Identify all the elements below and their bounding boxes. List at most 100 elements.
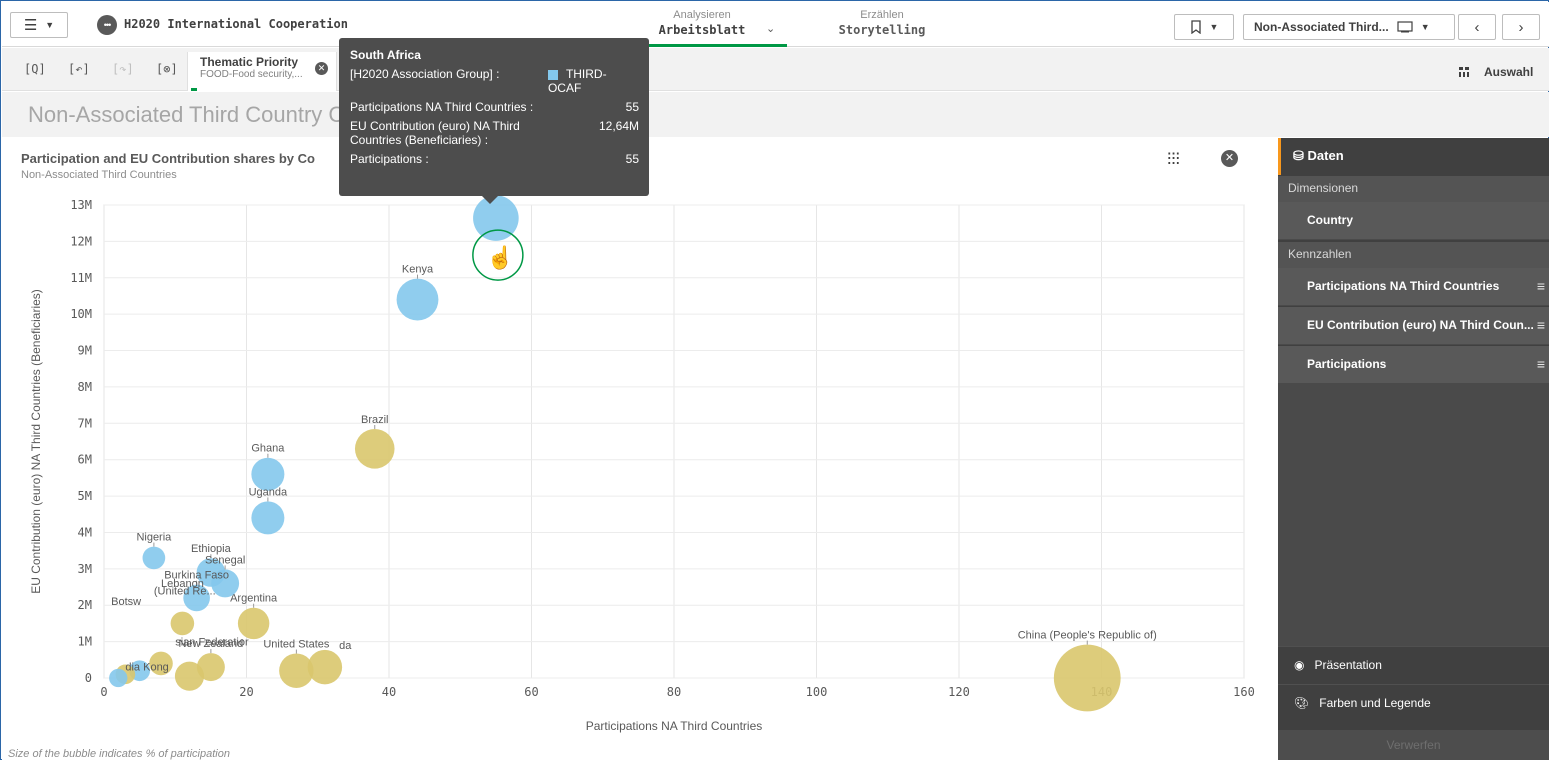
colors-legend-label: Farben und Legende	[1319, 696, 1431, 710]
selection-state-bar	[191, 88, 197, 91]
caret-down-icon: ▼	[45, 20, 55, 30]
scatter-plot[interactable]: 02040608010012014016001M2M3M4M5M6M7M8M9M…	[2, 138, 1278, 760]
x-tick-label: 0	[100, 685, 107, 699]
mode-analyse[interactable]: Analysieren Arbeitsblatt	[647, 8, 757, 38]
measure-item[interactable]: Participations NA Third Countries ≡	[1278, 268, 1549, 306]
palette-icon: 🎨︎	[1294, 696, 1310, 710]
data-point	[237, 607, 270, 640]
data-label: Botsw	[111, 596, 141, 608]
data-label: China (People's Republic of)	[1018, 630, 1157, 642]
y-axis-label: EU Contribution (euro) NA Third Countrie…	[29, 289, 43, 594]
data-label: United States	[263, 638, 330, 650]
sheet-selector[interactable]: Non-Associated Third... ▼	[1243, 14, 1455, 40]
bookmark-icon	[1190, 20, 1201, 34]
tooltip-row-m3: Participations : 55	[350, 152, 639, 166]
chevron-down-icon[interactable]: ⌄	[766, 22, 775, 35]
x-tick-label: 40	[382, 685, 396, 699]
tooltip-m3-value: 55	[625, 152, 639, 166]
panel-data-header[interactable]: ⛁ Daten	[1278, 138, 1549, 175]
app-frame: ☰ ▼ ••• H2020 International Cooperation …	[0, 0, 1549, 760]
y-tick-label: 5M	[78, 489, 92, 503]
selections-tool-button[interactable]: Auswahl	[1458, 65, 1533, 79]
presentation-label: Präsentation	[1314, 658, 1382, 672]
sheet-title-bar: Non-Associated Third Country Cooperation	[2, 92, 1549, 137]
sheet-icon	[1397, 21, 1413, 33]
dimensions-section-label: Dimensionen	[1278, 176, 1549, 202]
eye-icon: ◉	[1294, 658, 1305, 672]
chart-footnote: Size of the bubble indicates % of partic…	[8, 748, 230, 760]
data-point	[251, 501, 285, 535]
x-tick-label: 80	[667, 685, 681, 699]
smart-search-icon[interactable]: [Q]	[24, 62, 46, 76]
colors-legend-section[interactable]: 🎨︎ Farben und Legende	[1278, 684, 1549, 722]
y-tick-label: 1M	[78, 635, 92, 649]
close-icon[interactable]: ✕	[1221, 150, 1238, 167]
step-forward-icon[interactable]: [↷]	[112, 62, 134, 76]
y-tick-label: 6M	[78, 453, 92, 467]
next-sheet-button[interactable]: ›	[1502, 14, 1540, 40]
panel-data-label: Daten	[1307, 148, 1344, 163]
data-label: Kenya	[402, 264, 434, 276]
drag-handle-icon[interactable]: ≡	[1537, 356, 1545, 372]
y-tick-label: 4M	[78, 525, 92, 539]
panel-empty-area	[1278, 383, 1549, 646]
measure-label: Participations NA Third Countries	[1307, 279, 1500, 293]
selection-chip[interactable]: Thematic Priority FOOD-Food security,...…	[187, 52, 337, 91]
drag-handle-icon[interactable]: ≡	[1537, 278, 1545, 294]
data-label: dia Kong	[125, 662, 168, 674]
data-point	[396, 278, 439, 321]
drag-handle-icon[interactable]: ≡	[1537, 317, 1545, 333]
dimension-label: Country	[1307, 213, 1353, 227]
hamburger-icon: ☰	[23, 17, 38, 34]
data-label: Ghana	[251, 443, 285, 455]
tooltip-row-m1: Participations NA Third Countries : 55	[350, 100, 639, 114]
tooltip-m2-label: EU Contribution (euro) NA Third Countrie…	[350, 119, 520, 147]
y-tick-label: 10M	[70, 307, 92, 321]
color-swatch	[547, 69, 558, 80]
y-tick-label: 9M	[78, 344, 92, 358]
mode-tell-value: Storytelling	[838, 23, 926, 37]
app-icon: •••	[97, 15, 117, 35]
mode-analyse-label: Analysieren	[673, 9, 731, 21]
chart-subtitle: Non-Associated Third Countries	[21, 169, 177, 181]
y-tick-label: 11M	[70, 271, 92, 285]
data-point	[307, 649, 343, 685]
selection-value: FOOD-Food security,...	[200, 69, 303, 80]
data-label: (United Re...	[154, 585, 216, 597]
tooltip-title: South Africa	[350, 48, 421, 62]
caret-down-icon: ▼	[1420, 22, 1430, 32]
clear-all-icon[interactable]: [⊗]	[156, 62, 178, 76]
tooltip-m2-value: 12,64M	[598, 119, 639, 133]
selections-tool-label: Auswahl	[1484, 65, 1534, 79]
x-axis-label: Participations NA Third Countries	[586, 719, 763, 733]
previous-sheet-button[interactable]: ‹	[1458, 14, 1496, 40]
data-point	[354, 428, 395, 469]
data-point	[196, 653, 225, 682]
mode-storytelling[interactable]: Erzählen Storytelling	[827, 8, 937, 38]
y-tick-label: 8M	[78, 380, 92, 394]
x-tick-label: 100	[806, 685, 828, 699]
measure-item[interactable]: EU Contribution (euro) NA Third Coun... …	[1278, 307, 1549, 345]
data-label: sian Federatior	[175, 636, 249, 648]
measures-section-label: Kennzahlen	[1278, 242, 1549, 268]
bookmarks-button[interactable]: ▼	[1174, 14, 1234, 40]
discard-button[interactable]: Verwerfen	[1278, 730, 1549, 760]
data-label: Ethiopia	[191, 543, 232, 555]
measure-label: EU Contribution (euro) NA Third Coun...	[1307, 318, 1534, 332]
y-tick-label: 7M	[78, 416, 92, 430]
presentation-section[interactable]: ◉ Präsentation	[1278, 646, 1549, 684]
database-icon: ⛁	[1293, 148, 1304, 163]
exploration-menu-icon[interactable]: ⫶⫶⫶	[1167, 150, 1180, 170]
data-point-tooltip: South Africa [H2020 Association Group] :…	[339, 38, 649, 204]
clear-selection-icon[interactable]: ✕	[315, 62, 328, 75]
step-back-icon[interactable]: [↶]	[68, 62, 90, 76]
x-tick-label: 160	[1233, 685, 1255, 699]
tooltip-row-m2: EU Contribution (euro) NA Third Countrie…	[350, 119, 639, 147]
measure-item[interactable]: Participations ≡	[1278, 346, 1549, 384]
scatter-chart-object[interactable]: 02040608010012014016001M2M3M4M5M6M7M8M9M…	[2, 138, 1278, 760]
data-point	[170, 611, 195, 636]
dimension-item-country[interactable]: Country	[1278, 202, 1549, 240]
app-title[interactable]: H2020 International Cooperation	[124, 17, 348, 31]
data-label: Argentina	[230, 593, 278, 605]
main-menu-button[interactable]: ☰ ▼	[10, 12, 68, 38]
